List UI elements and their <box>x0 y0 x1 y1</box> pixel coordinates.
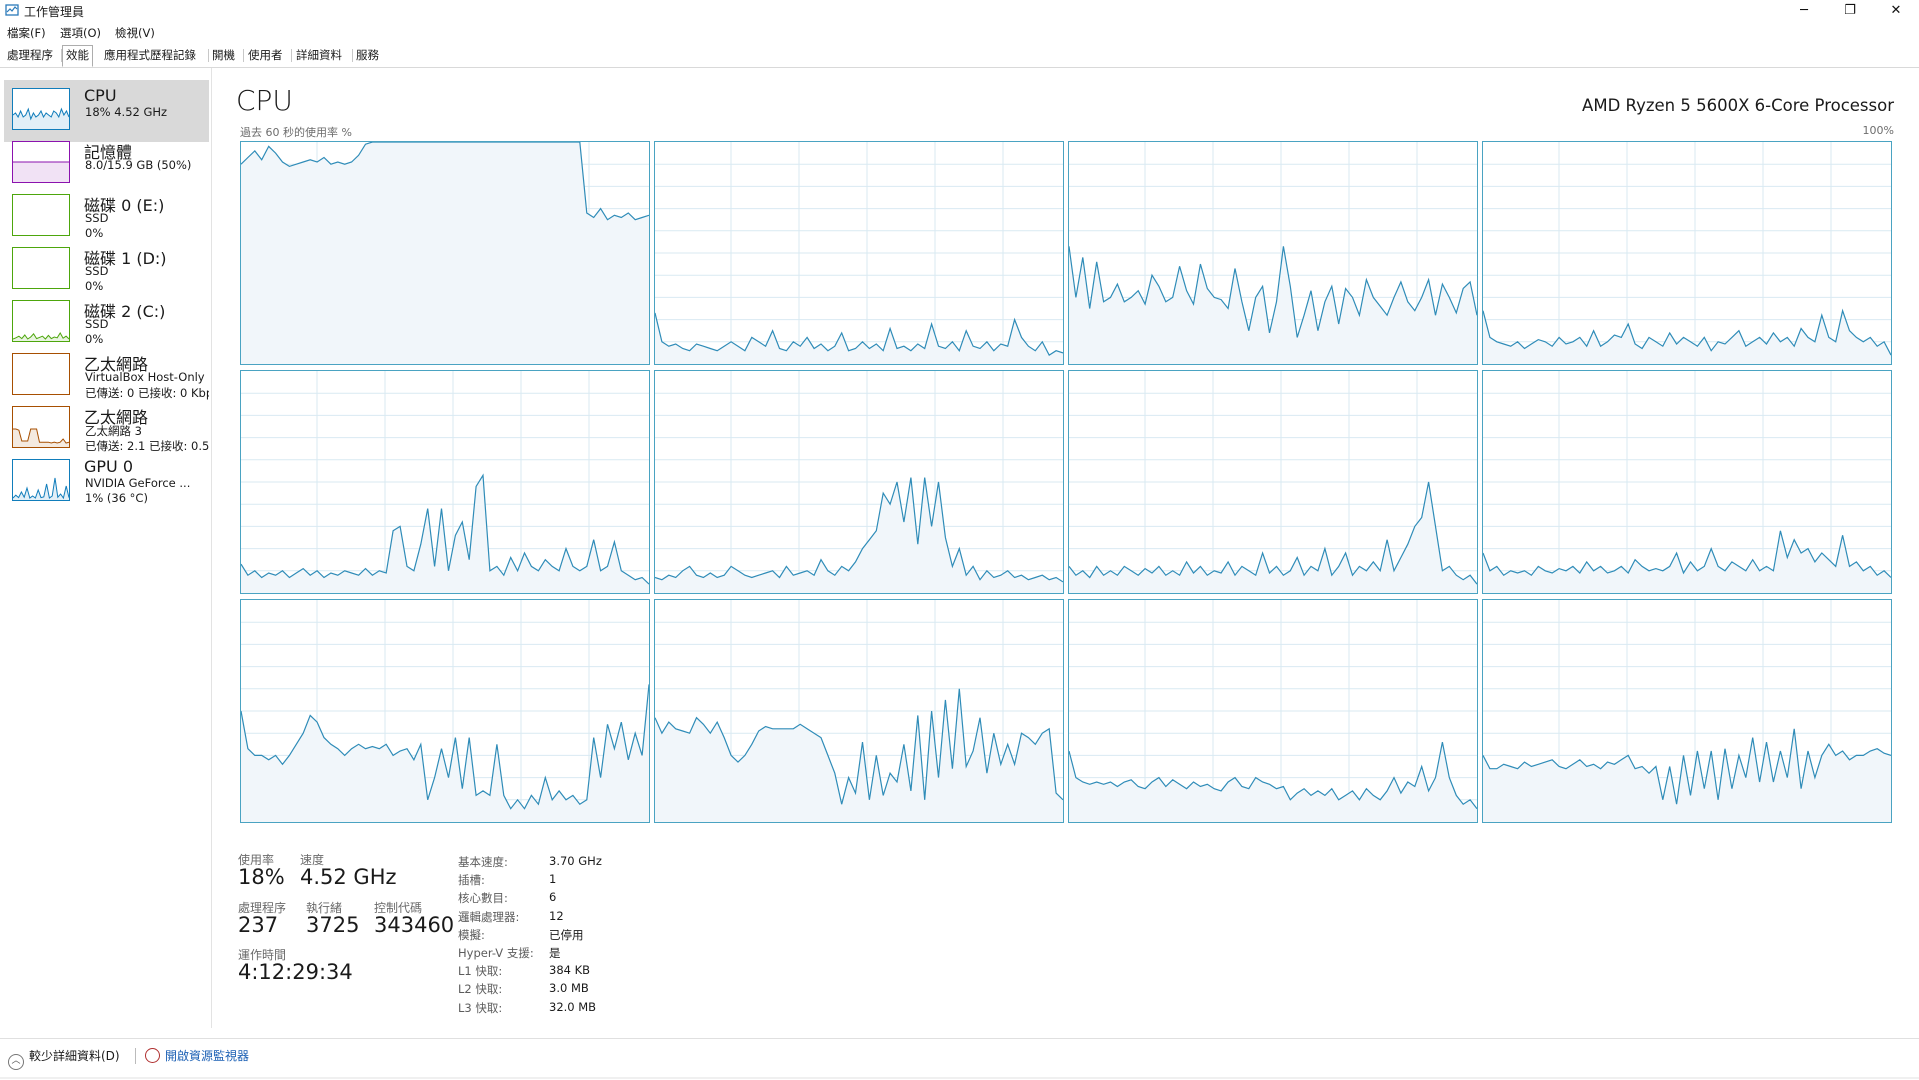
close-button[interactable]: ✕ <box>1873 0 1919 22</box>
cpu-core-graph <box>1068 599 1478 823</box>
cpu-core-graph <box>240 599 650 823</box>
sidebar-item-detail: 0% <box>85 332 104 346</box>
sidebar-item-detail: 0% <box>85 226 104 240</box>
tab-startup[interactable]: 開機 <box>209 46 238 65</box>
sidebar-item-detail: 0% <box>85 279 104 293</box>
sidebar-thumbnail-graph <box>12 459 70 501</box>
processor-name: AMD Ryzen 5 5600X 6-Core Processor <box>1582 96 1894 115</box>
sidebar-item-detail: SSD <box>85 317 109 331</box>
tab-app-history[interactable]: 應用程式歷程記錄 <box>101 46 199 65</box>
cpu-core-usage-area <box>655 477 1063 593</box>
cpu-core-graph <box>1482 370 1892 594</box>
spec-key: L2 快取: <box>458 982 503 997</box>
title-bar: 工作管理員 ─ ❐ ✕ <box>0 0 1919 22</box>
fewer-details-label: 較少詳細資料(D) <box>29 1049 120 1063</box>
spec-value: 3.0 MB <box>549 981 589 996</box>
spec-key: 插槽: <box>458 873 485 888</box>
spec-value: 32.0 MB <box>549 999 597 1014</box>
sidebar-thumbnail-graph <box>12 353 70 395</box>
cpu-core-graph <box>1068 370 1478 594</box>
cpu-core-graph <box>240 141 650 365</box>
graph-axis-label: 過去 60 秒的使用率 % <box>240 126 352 139</box>
cpu-core-usage-area <box>1483 530 1891 593</box>
cpu-core-usage-area <box>241 475 649 593</box>
page-title: CPU <box>236 84 293 117</box>
cpu-core-usage-area <box>1069 246 1477 364</box>
menu-options[interactable]: 選項(O) <box>60 25 101 41</box>
sidebar-item-gpu-0[interactable]: GPU 0 NVIDIA GeForce ... 1% (36 °C) <box>4 451 209 513</box>
tab-services[interactable]: 服務 <box>353 46 382 65</box>
spec-value: 是 <box>549 946 561 960</box>
threads-value: 3725 <box>306 913 360 937</box>
utilization-value: 18% <box>238 865 285 889</box>
cpu-core-graph <box>1482 599 1892 823</box>
cpu-core-graph <box>654 141 1064 365</box>
spec-value: 384 KB <box>549 963 591 978</box>
sidebar-item-detail: SSD <box>85 211 109 225</box>
spec-value: 已停用 <box>549 927 584 942</box>
menu-file[interactable]: 檔案(F) <box>7 25 46 41</box>
uptime-value: 4:12:29:34 <box>238 960 353 984</box>
resource-sidebar: CPU 18% 4.52 GHz 記憶體 8.0/15.9 GB (50%) 磁碟 0 … <box>0 68 212 1028</box>
spec-key: 模擬: <box>458 927 485 942</box>
sidebar-item-detail: 1% (36 °C) <box>85 491 148 505</box>
open-resource-monitor-link[interactable]: 開啟資源監視器 <box>145 1047 249 1064</box>
footer-bar: ︿ 較少詳細資料(D) 開啟資源監視器 <box>0 1038 1919 1080</box>
restore-button[interactable]: ❐ <box>1827 0 1873 22</box>
tab-performance[interactable]: 效能 <box>62 45 93 67</box>
sidebar-item-name: CPU <box>84 86 117 105</box>
sidebar-thumbnail-graph <box>12 300 70 342</box>
footer-divider <box>135 1048 136 1064</box>
spec-value: 12 <box>549 908 564 923</box>
speed-value: 4.52 GHz <box>300 865 397 889</box>
sidebar-thumbnail-graph <box>12 88 70 130</box>
sidebar-item-name: GPU 0 <box>84 457 134 476</box>
tab-strip: 處理程序 效能 應用程式歷程記錄 開機 使用者 詳細資料 服務 <box>0 45 1919 68</box>
tab-processes[interactable]: 處理程序 <box>4 46 56 65</box>
spec-key: L1 快取: <box>458 964 503 979</box>
cpu-core-graph <box>1068 141 1478 365</box>
spec-key: Hyper-V 支援: <box>458 946 534 960</box>
menu-view[interactable]: 檢視(V) <box>115 25 155 41</box>
tab-separator <box>243 49 244 62</box>
spec-value: 3.70 GHz <box>549 854 602 868</box>
sidebar-thumbnail-graph <box>12 406 70 448</box>
handles-value: 343460 <box>374 913 455 937</box>
sidebar-item-detail: 乙太網路 3 <box>85 424 142 438</box>
sidebar-item-detail: SSD <box>85 264 109 278</box>
resource-monitor-icon <box>145 1048 160 1063</box>
tab-users[interactable]: 使用者 <box>245 46 286 65</box>
sidebar-item-detail: 8.0/15.9 GB (50%) <box>85 158 192 172</box>
tab-details[interactable]: 詳細資料 <box>293 46 345 65</box>
processes-value: 237 <box>238 913 279 937</box>
cpu-core-usage-area <box>241 142 649 364</box>
chevron-up-icon: ︿ <box>8 1054 24 1070</box>
sidebar-item-detail: VirtualBox Host-Only ... <box>85 370 209 384</box>
cpu-core-graph <box>1482 141 1892 365</box>
sidebar-thumbnail-graph <box>12 247 70 289</box>
spec-key: L3 快取: <box>458 1000 503 1015</box>
cpu-core-usage-area <box>1069 482 1477 593</box>
cpu-core-graph <box>240 370 650 594</box>
cpu-core-graph <box>654 599 1064 823</box>
cpu-core-usage-area <box>655 312 1063 364</box>
graph-axis-max: 100% <box>1862 124 1894 137</box>
cpu-core-usage-area <box>241 684 649 822</box>
sidebar-thumbnail-graph <box>12 141 70 183</box>
cpu-core-graph <box>654 370 1064 594</box>
spec-key: 基本速度: <box>458 855 508 869</box>
open-resource-monitor-label: 開啟資源監視器 <box>165 1049 250 1063</box>
spec-value: 6 <box>549 890 557 905</box>
sidebar-item-detail: NVIDIA GeForce ... <box>85 476 191 490</box>
sidebar-item-detail: 18% 4.52 GHz <box>85 105 168 119</box>
window-title: 工作管理員 <box>24 5 85 19</box>
sidebar-thumbnail-graph <box>12 194 70 236</box>
spec-key: 核心數目: <box>458 891 508 906</box>
minimize-button[interactable]: ─ <box>1781 0 1827 22</box>
spec-value: 1 <box>549 872 557 887</box>
spec-key: 邏輯處理器: <box>458 909 520 924</box>
tab-separator <box>291 49 292 62</box>
fewer-details-button[interactable]: ︿ 較少詳細資料(D) <box>8 1047 120 1070</box>
task-manager-icon <box>5 4 19 16</box>
